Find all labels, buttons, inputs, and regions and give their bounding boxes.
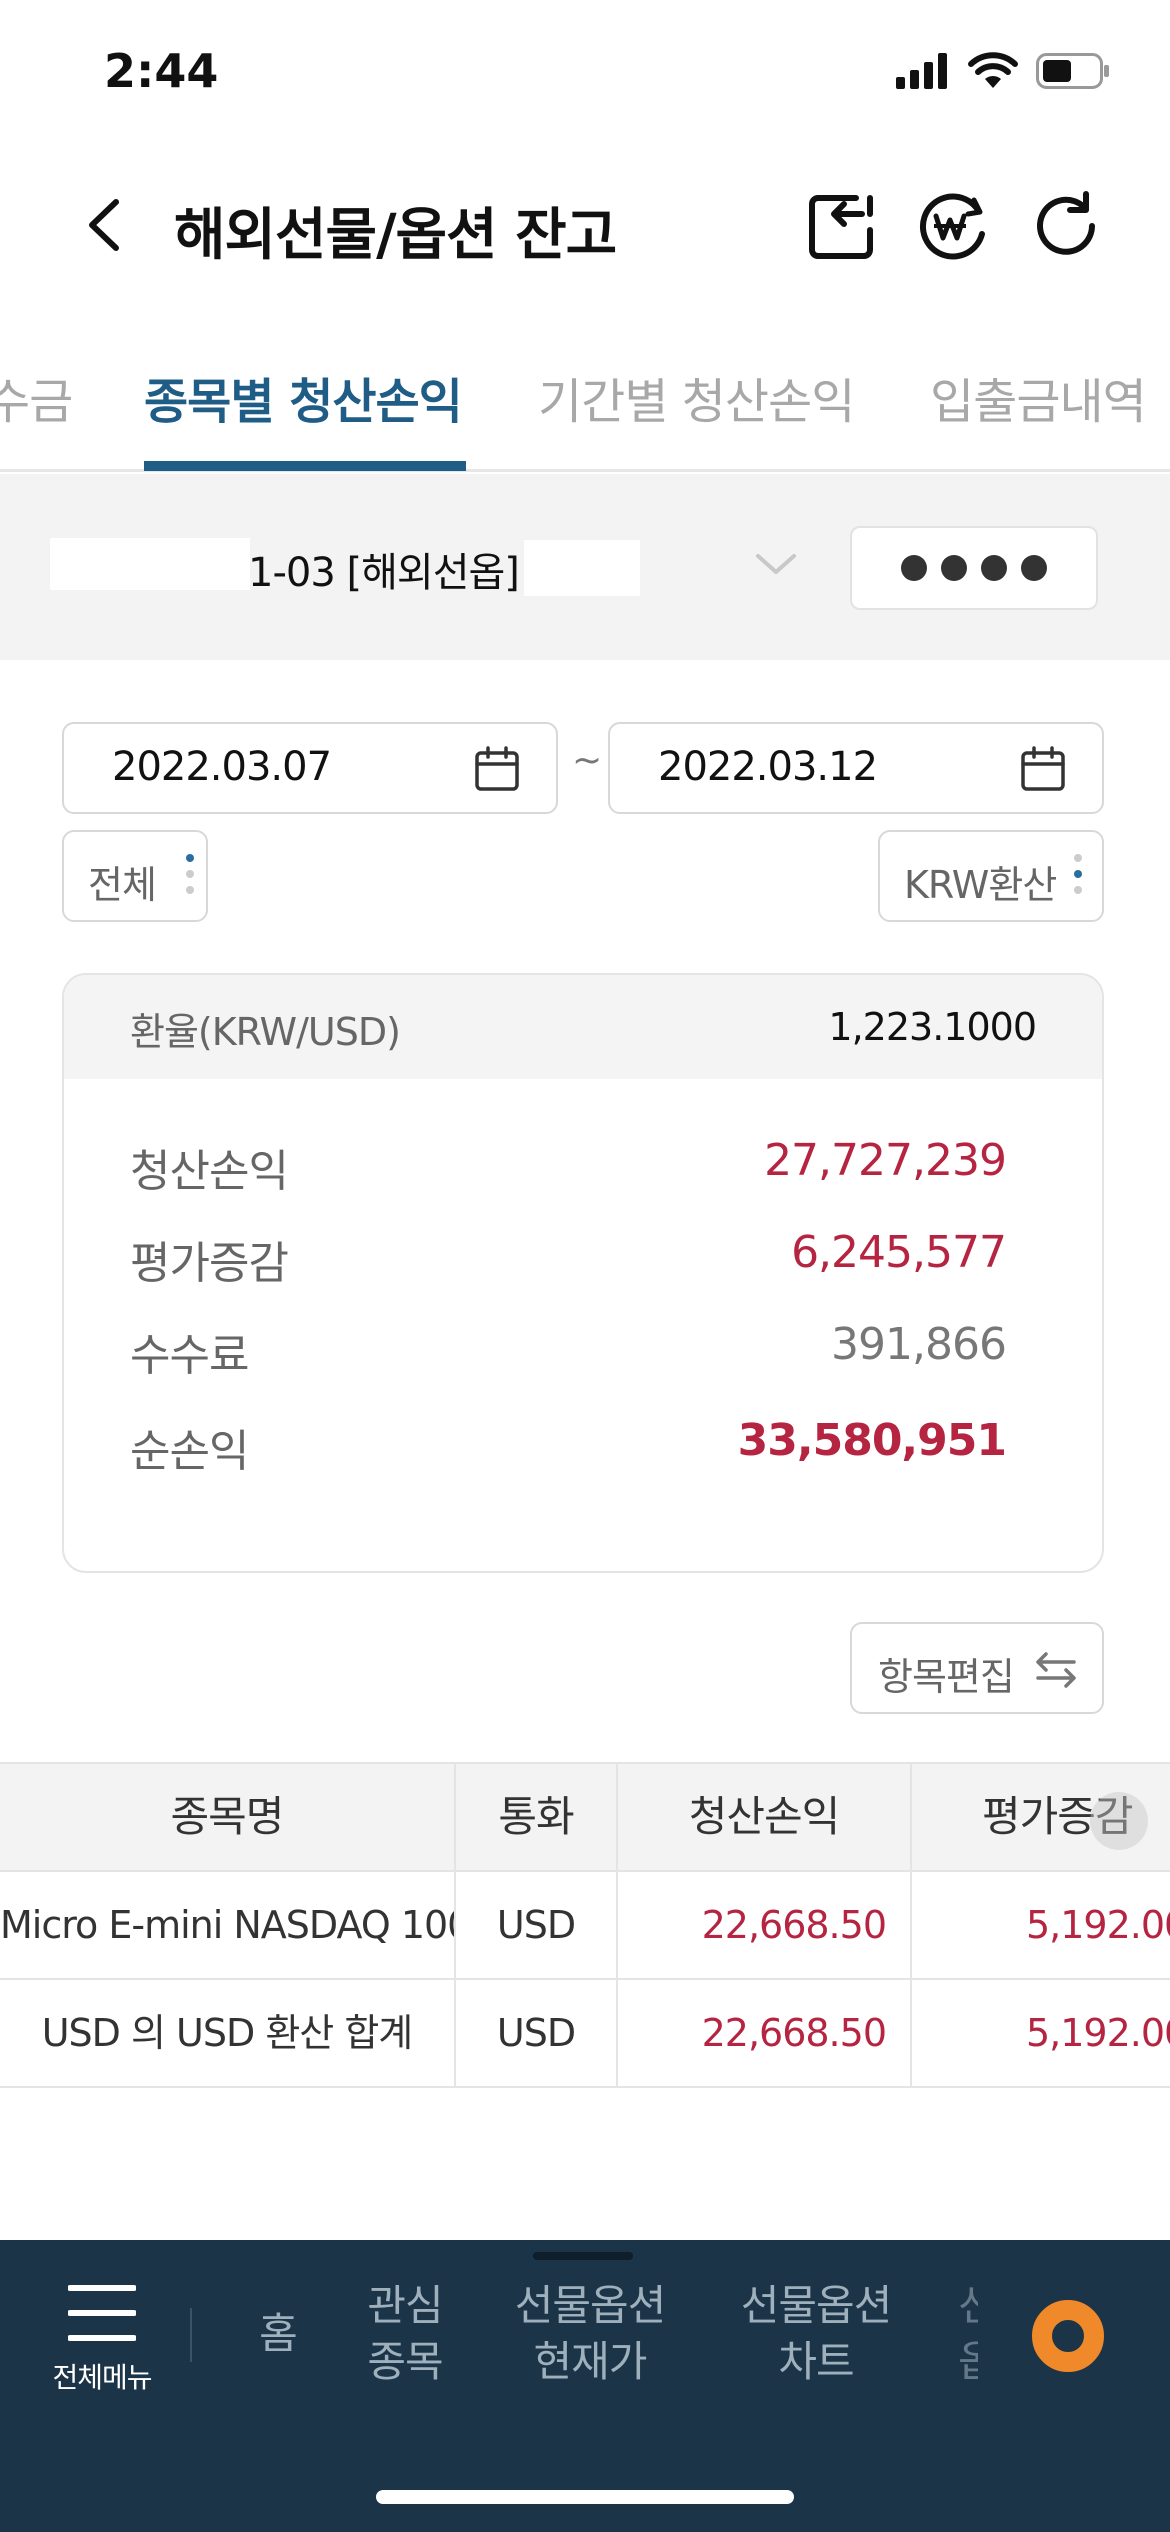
nav-drag-handle[interactable] [533,2252,633,2260]
tab-deposit[interactable]: 수금 [0,362,73,432]
password-dot [941,555,967,581]
cell-realized-pnl: 22,668.50 [701,1903,886,1947]
net-pnl-label: 순손익 [130,1426,249,1477]
column-header-name: 종목명 [170,1792,285,1841]
end-date-field[interactable]: 2022.03.12 [608,722,1104,814]
valuation-change-label: 평가증감 [130,1238,289,1289]
nav-label-line2: 옵 [958,2337,978,2386]
chevron-left-icon [89,199,119,251]
export-icon [809,195,873,259]
nav-label-line2: 종목 [367,2337,443,2386]
nav-item-futures-quote[interactable]: 선물옵션 현재가 [504,2278,676,2390]
nav-divider [190,2308,192,2362]
chevron-down-icon [756,554,796,574]
column-header-realized-pnl: 청산손익 [688,1792,841,1841]
refresh-button[interactable] [1028,188,1104,264]
cell-realized-pnl: 22,668.50 [701,2011,886,2055]
valuation-change-value: 6,245,577 [791,1227,1007,1278]
refresh-icon [1037,191,1095,255]
account-label[interactable]: 1-03 [해외선옵] [248,540,520,598]
all-menu-button[interactable] [67,2284,137,2346]
tab-item-realized-pnl[interactable]: 종목별 청산손익 [144,362,463,432]
calendar-icon[interactable] [474,746,520,792]
start-date-value: 2022.03.07 [112,744,332,790]
active-tab-indicator [144,461,466,471]
nav-label-line1: 관심 [367,2281,443,2330]
column-divider [910,1872,912,1978]
export-button[interactable] [804,188,880,264]
quick-action-button[interactable] [1032,2300,1104,2372]
cell-name: Micro E-mini NASDAQ 100 [0,1903,454,1947]
page-title: 해외선물/옵션 잔고 [174,203,617,268]
realized-pnl-value: 27,727,239 [764,1135,1007,1186]
currency-button[interactable] [916,188,992,264]
home-indicator [376,2490,794,2504]
won-exchange-icon [919,193,985,260]
account-dropdown[interactable] [754,550,798,582]
nav-label-line2: 현재가 [533,2337,648,2386]
realized-pnl-label: 청산손익 [130,1146,289,1197]
nav-item-watchlist[interactable]: 관심 종목 [352,2278,458,2390]
nav-label-line1: 선물옵션 [740,2281,893,2330]
signal-icon [896,53,947,89]
cell-name: USD 의 USD 환산 합계 [41,2011,414,2055]
status-icons [896,52,1110,90]
tab-period-realized-pnl[interactable]: 기간별 청산손익 [538,362,855,432]
nav-item-partial[interactable]: 선 옵 [958,2278,978,2390]
currency-mode-button[interactable]: KRW환산 [878,830,1104,922]
wifi-icon [968,52,1018,88]
nav-item-home[interactable]: 홈 [246,2306,310,2362]
password-field[interactable] [850,526,1098,610]
status-time: 2:44 [104,44,219,98]
swap-arrows-icon [1036,1652,1076,1688]
tab-deposit-withdrawal[interactable]: 입출금내역 [930,362,1147,432]
scroll-right-button[interactable] [1090,1792,1148,1850]
summary-card: 환율(KRW/USD) 1,223.1000 청산손익 27,727,239 평… [62,973,1104,1573]
table-row[interactable]: USD 의 USD 환산 합계 USD 22,668.50 5,192.00 [0,1980,1170,2088]
scope-filter-button[interactable]: 전체 [62,830,208,922]
back-button[interactable] [76,190,136,260]
nav-label-line1: 선물옵션 [514,2281,667,2330]
nav-label-line1: 선 [958,2281,978,2330]
table-header: 종목명 통화 청산손익 평가증감 [0,1762,1170,1872]
calendar-icon[interactable] [1020,746,1066,792]
net-pnl-value: 33,580,951 [737,1415,1007,1466]
password-dot [981,555,1007,581]
start-date-field[interactable]: 2022.03.07 [62,722,558,814]
nav-label-line2: 차트 [778,2337,854,2386]
exchange-rate-label: 환율(KRW/USD) [130,1010,401,1054]
edit-columns-label: 항목편집 [878,1655,1015,1699]
end-date-value: 2022.03.12 [658,744,878,790]
nav-item-home-label: 홈 [259,2309,298,2358]
battery-icon [1036,53,1109,89]
exchange-rate-row: 환율(KRW/USD) 1,223.1000 [64,975,1102,1079]
exchange-rate-value: 1,223.1000 [828,1005,1037,1049]
tab-bar: 수금 종목별 청산손익 기간별 청산손익 입출금내역 [0,340,1170,472]
more-vertical-icon [1074,854,1082,894]
account-mask [50,538,250,590]
table-row[interactable]: Micro E-mini NASDAQ 100 USD 22,668.50 5,… [0,1872,1170,1980]
nav-item-futures-chart[interactable]: 선물옵션 차트 [730,2278,902,2390]
edit-columns-button[interactable]: 항목편집 [850,1622,1104,1714]
commission-label: 수수료 [130,1330,249,1381]
cell-currency: USD [496,2011,576,2055]
currency-mode-label: KRW환산 [904,863,1057,907]
password-dot [901,555,927,581]
column-header-currency: 통화 [498,1792,574,1841]
date-separator: ~ [572,740,603,781]
more-vertical-icon [186,854,194,894]
cell-currency: USD [496,1903,576,1947]
all-menu-label: 전체메뉴 [52,2361,152,2394]
password-dot [1021,555,1047,581]
cell-valuation: 5,192.00 [1026,1903,1170,1947]
column-divider [910,1980,912,2086]
hamburger-menu-icon [67,2285,137,2341]
commission-value: 391,866 [831,1319,1007,1370]
cell-valuation: 5,192.00 [1026,2011,1170,2055]
scope-filter-label: 전체 [88,863,157,907]
account-mask [524,540,640,596]
